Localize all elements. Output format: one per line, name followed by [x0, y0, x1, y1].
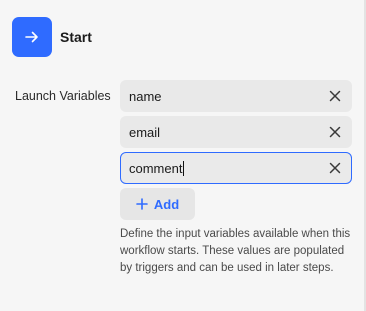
arrow-right-icon: [12, 17, 52, 57]
launch-variable-value: comment: [129, 160, 183, 176]
text-caret: [183, 160, 185, 176]
help-text: Define the input variables available whe…: [120, 228, 351, 274]
launch-variable-input-comment[interactable]: comment: [129, 160, 322, 176]
plus-icon: [136, 198, 148, 210]
add-variable-button[interactable]: Add: [120, 188, 195, 220]
close-icon: [329, 90, 341, 102]
close-icon: [329, 162, 341, 174]
remove-variable-button[interactable]: [322, 119, 348, 145]
launch-variable-input-email[interactable]: [129, 124, 322, 140]
launch-variable-row: comment: [120, 152, 352, 184]
launch-variable-input-name[interactable]: [129, 88, 322, 104]
close-icon: [329, 126, 341, 138]
remove-variable-button[interactable]: [322, 83, 348, 109]
remove-variable-button[interactable]: [322, 155, 348, 181]
launch-variables-label: Launch Variables: [15, 89, 111, 103]
step-header: Start: [12, 17, 92, 57]
launch-variable-row: [120, 80, 352, 112]
add-variable-label: Add: [153, 196, 180, 212]
launch-variable-row: [120, 116, 352, 148]
step-title: Start: [60, 29, 92, 45]
